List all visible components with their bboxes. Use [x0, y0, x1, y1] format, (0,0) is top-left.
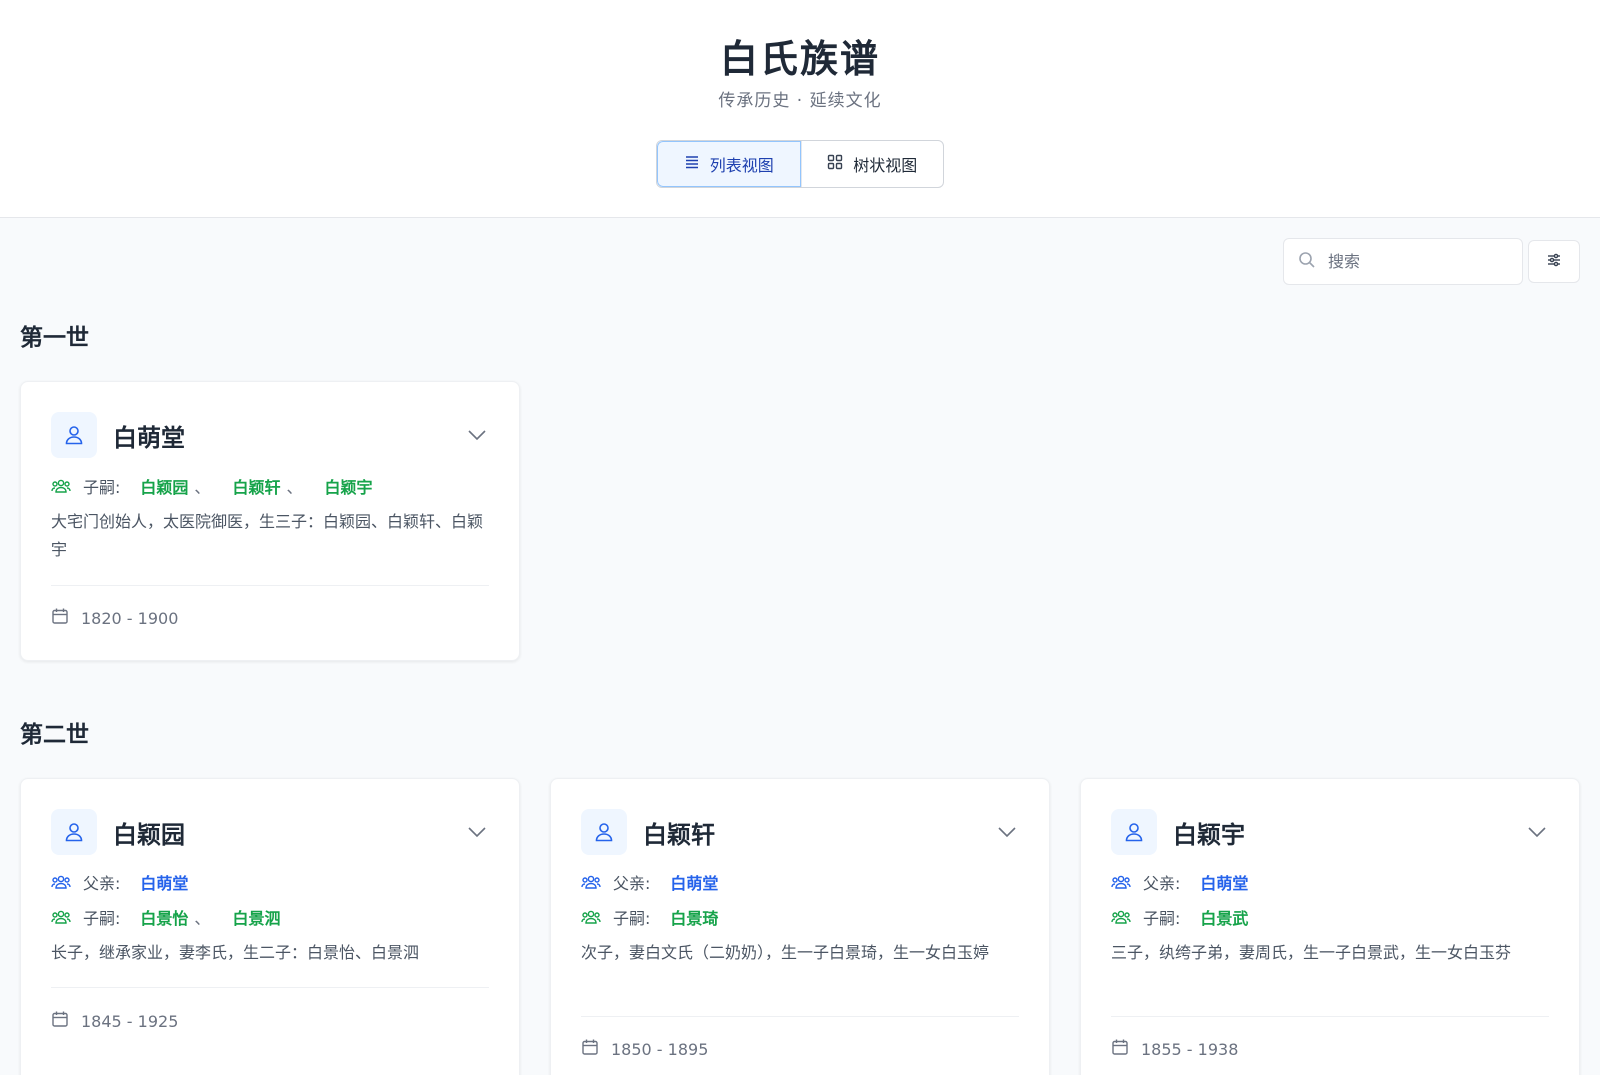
card-divider [1111, 1016, 1549, 1017]
member-description: 三子，纨绔子弟，妻周氏，生一子白景武，生一女白玉芬 [1111, 943, 1512, 962]
father-row: 父亲: 白萌堂 [1111, 870, 1248, 894]
chevron-down-icon[interactable] [465, 820, 489, 844]
calendar-icon [581, 1038, 599, 1060]
child-link[interactable]: 白景武 [1200, 905, 1248, 929]
card-divider [51, 585, 489, 586]
page-title: 白氏族谱 [719, 37, 880, 81]
father-row: 父亲: 白萌堂 [581, 870, 718, 894]
father-link[interactable]: 白萌堂 [670, 870, 718, 894]
card-header: 白颖宇 [1111, 809, 1549, 855]
lifespan-years: 1855 - 1938 [1141, 1039, 1239, 1059]
child-link[interactable]: 白颖园 [140, 474, 188, 498]
father-label: 父亲: [613, 874, 651, 893]
children-row: 子嗣: 白颖园、 白颖轩、 白颖宇 [51, 474, 372, 498]
child-link[interactable]: 白颖宇 [324, 474, 372, 498]
filter-button[interactable] [1528, 240, 1580, 283]
father-label: 父亲: [1143, 874, 1181, 893]
father-link[interactable]: 白萌堂 [140, 870, 188, 894]
generation-title: 第一世 [20, 325, 89, 351]
tab-list-view-label: 列表视图 [709, 156, 774, 175]
lifespan: 1850 - 1895 [581, 1038, 708, 1060]
page-header: 白氏族谱 传承历史 · 延续文化 列表视图 树状视图 [0, 0, 1600, 218]
sliders-icon [1546, 252, 1562, 272]
view-toggle: 列表视图 树状视图 [656, 140, 944, 188]
member-name: 白颖园 [113, 820, 185, 849]
children-label: 子嗣: [613, 909, 651, 928]
search-icon [1298, 251, 1316, 273]
person-icon [1111, 809, 1157, 855]
tab-list-view[interactable]: 列表视图 [657, 141, 801, 187]
chevron-down-icon[interactable] [995, 820, 1019, 844]
children-row: 子嗣: 白景武 [1111, 905, 1248, 929]
member-card: 白颖宇 父亲: 白萌堂 子嗣: 白景武 三子，纨绔子弟，妻周氏，生一子白景武，生… [1080, 778, 1580, 1075]
calendar-icon [51, 607, 69, 629]
father-link[interactable]: 白萌堂 [1200, 870, 1248, 894]
person-icon [51, 809, 97, 855]
member-description: 长子，继承家业，妻李氏，生二子：白景怡、白景泗 [51, 943, 420, 962]
children-label: 子嗣: [83, 478, 121, 497]
lifespan: 1820 - 1900 [51, 607, 178, 629]
child-link[interactable]: 白景琦 [670, 905, 718, 929]
users-icon [581, 872, 601, 892]
users-icon [51, 872, 71, 892]
member-card: 白萌堂 子嗣: 白颖园、 白颖轩、 白颖宇 大宅门创始人，太医院御医，生三子：白… [20, 381, 520, 661]
child-link[interactable]: 白景怡 [140, 905, 188, 929]
lifespan: 1855 - 1938 [1111, 1038, 1238, 1060]
users-icon [51, 907, 71, 927]
member-name: 白颖宇 [1173, 820, 1245, 849]
children-row: 子嗣: 白景琦 [581, 905, 718, 929]
calendar-icon [51, 1010, 69, 1032]
tab-tree-view[interactable]: 树状视图 [800, 141, 944, 187]
member-description: 次子，妻白文氏（二奶奶），生一子白景琦，生一女白玉婷 [581, 943, 990, 962]
chevron-down-icon[interactable] [1525, 820, 1549, 844]
chevron-down-icon[interactable] [465, 423, 489, 447]
father-row: 父亲: 白萌堂 [51, 870, 188, 894]
search-box [1283, 238, 1523, 285]
member-card: 白颖园 父亲: 白萌堂 子嗣: 白景怡、 白景泗 长子，继承家业，妻李氏，生二子… [20, 778, 520, 1075]
users-icon [1111, 872, 1131, 892]
child-link[interactable]: 白景泗 [232, 905, 280, 929]
lifespan-years: 1850 - 1895 [611, 1039, 709, 1059]
users-icon [1111, 907, 1131, 927]
card-header: 白萌堂 [51, 412, 489, 458]
lifespan-years: 1845 - 1925 [81, 1011, 179, 1031]
search-input[interactable] [1328, 252, 1498, 271]
member-card: 白颖轩 父亲: 白萌堂 子嗣: 白景琦 次子，妻白文氏（二奶奶），生一子白景琦，… [550, 778, 1050, 1075]
card-divider [51, 987, 489, 988]
generation-title: 第二世 [20, 722, 89, 748]
member-name: 白萌堂 [113, 423, 185, 452]
children-label: 子嗣: [1143, 909, 1181, 928]
person-icon [581, 809, 627, 855]
person-icon [51, 412, 97, 458]
tab-tree-view-label: 树状视图 [853, 156, 918, 175]
list-icon [684, 154, 700, 174]
card-header: 白颖园 [51, 809, 489, 855]
children-row: 子嗣: 白景怡、 白景泗 [51, 905, 280, 929]
page-subtitle: 传承历史 · 延续文化 [718, 91, 882, 111]
lifespan: 1845 - 1925 [51, 1010, 178, 1032]
grid-icon [827, 154, 843, 174]
member-description: 大宅门创始人，太医院御医，生三子：白颖园、白颖轩、白颖宇 [51, 512, 484, 559]
lifespan-years: 1820 - 1900 [81, 608, 179, 628]
father-label: 父亲: [83, 874, 121, 893]
member-name: 白颖轩 [643, 820, 715, 849]
card-header: 白颖轩 [581, 809, 1019, 855]
children-label: 子嗣: [83, 909, 121, 928]
users-icon [51, 476, 71, 496]
users-icon [581, 907, 601, 927]
child-link[interactable]: 白颖轩 [232, 474, 280, 498]
card-divider [581, 1016, 1019, 1017]
calendar-icon [1111, 1038, 1129, 1060]
